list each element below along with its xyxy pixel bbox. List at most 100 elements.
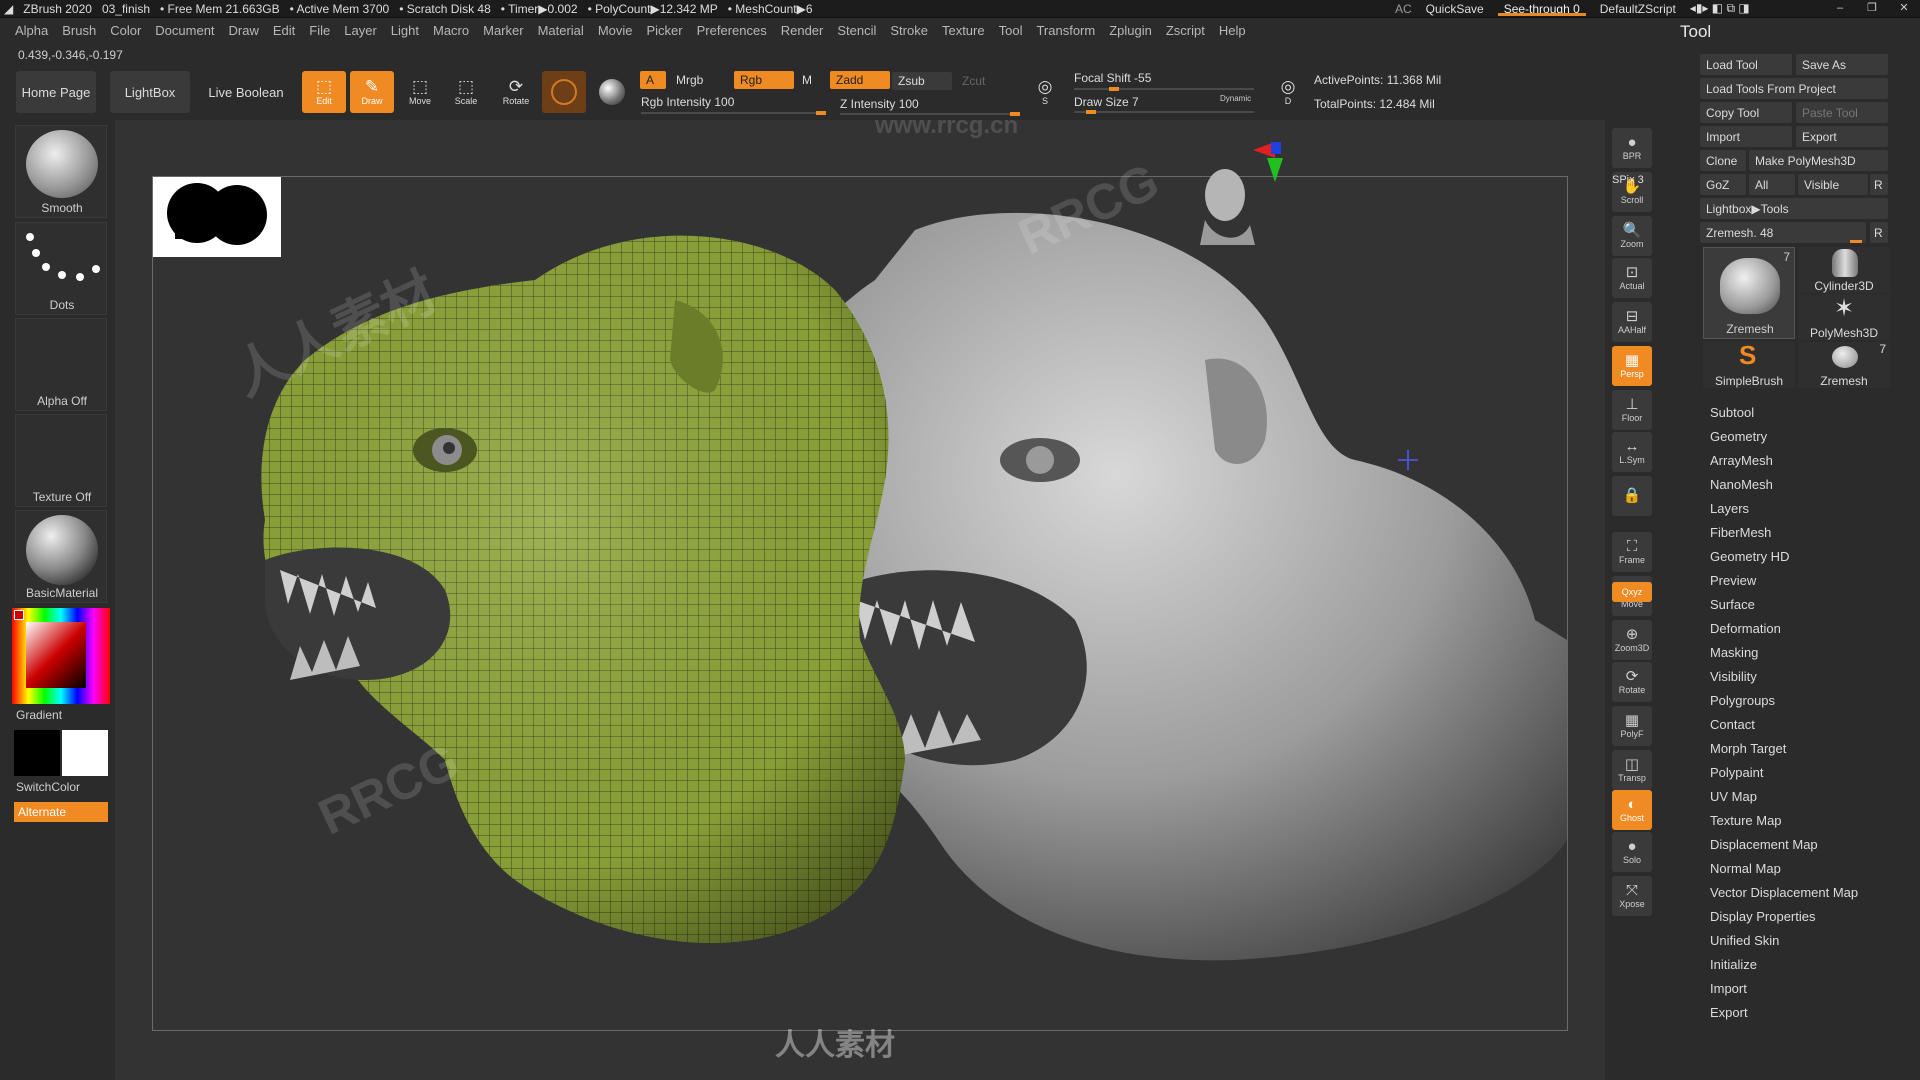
gradient-label[interactable]: Gradient (16, 708, 62, 722)
view-button-l-sym[interactable]: ↔ L.Sym (1612, 432, 1652, 472)
minimize-icon[interactable]: – (1824, 0, 1856, 17)
scale-button[interactable]: ⬚ Scale (444, 71, 488, 113)
menu-tool[interactable]: Tool (992, 23, 1030, 38)
navigation-cube-widget[interactable] (1200, 142, 1283, 245)
subpalette-masking[interactable]: Masking (1710, 645, 1758, 660)
view-button-zoom3d[interactable]: ⊕ Zoom3D (1612, 620, 1652, 660)
subpalette-export[interactable]: Export (1710, 1005, 1748, 1020)
xyz-symmetry-toggle[interactable]: Qxyz (1612, 582, 1652, 602)
view-button-floor[interactable]: ⊥ Floor (1612, 390, 1652, 430)
primary-color-swatch[interactable] (14, 730, 60, 776)
import-tool-button[interactable]: Import (1700, 126, 1792, 147)
z-intensity-knob[interactable] (1010, 112, 1020, 116)
zremesh-slider[interactable]: Zremesh. 48 (1700, 222, 1866, 243)
zremesh-slider-knob[interactable] (1850, 240, 1862, 243)
save-as-button[interactable]: Save As (1796, 54, 1888, 75)
subpalette-arraymesh[interactable]: ArrayMesh (1710, 453, 1773, 468)
goz-visible-button[interactable]: Visible (1798, 174, 1868, 195)
menu-file[interactable]: File (302, 23, 337, 38)
brush-preview-button[interactable] (542, 71, 586, 113)
subpalette-uv-map[interactable]: UV Map (1710, 789, 1757, 804)
load-tools-from-project-button[interactable]: Load Tools From Project (1700, 78, 1888, 99)
goz-button[interactable]: GoZ (1700, 174, 1746, 195)
layout-icon[interactable]: ◂▮▸ ◧ ⧉ ◨ (1690, 1, 1750, 16)
a-toggle[interactable]: A (640, 71, 666, 89)
see-through-slider[interactable]: See-through 0 (1497, 2, 1586, 16)
live-boolean-button[interactable]: Live Boolean (203, 71, 289, 113)
view-button-solo[interactable]: ● Solo (1612, 832, 1652, 872)
default-zscript-button[interactable]: DefaultZScript (1600, 2, 1676, 16)
stroke-d-button[interactable]: ◎ D (1268, 71, 1308, 113)
menu-brush[interactable]: Brush (55, 23, 103, 38)
lightbox-tools-button[interactable]: Lightbox▶Tools (1700, 198, 1888, 219)
menu-material[interactable]: Material (531, 23, 591, 38)
menu-picker[interactable]: Picker (640, 23, 690, 38)
goz-r-button[interactable]: R (1870, 174, 1888, 195)
copy-tool-button[interactable]: Copy Tool (1700, 102, 1792, 123)
subpalette-display-properties[interactable]: Display Properties (1710, 909, 1816, 924)
close-icon[interactable]: ✕ (1888, 0, 1920, 17)
zcut-toggle[interactable]: Zcut (956, 72, 996, 90)
menu-stroke[interactable]: Stroke (883, 23, 935, 38)
menu-edit[interactable]: Edit (266, 23, 302, 38)
zadd-toggle[interactable]: Zadd (830, 71, 890, 89)
tool-thumb-polymesh3d[interactable]: ✶ PolyMesh3D (1798, 294, 1890, 340)
subpalette-unified-skin[interactable]: Unified Skin (1710, 933, 1779, 948)
view-button-actual[interactable]: ⊡ Actual (1612, 258, 1652, 298)
menu-draw[interactable]: Draw (222, 23, 266, 38)
clone-button[interactable]: Clone (1700, 150, 1746, 171)
rgb-intensity-slider[interactable] (641, 111, 826, 115)
menu-light[interactable]: Light (384, 23, 426, 38)
subpalette-layers[interactable]: Layers (1710, 501, 1749, 516)
view-button-lock[interactable]: 🔒 (1612, 476, 1652, 516)
tool-thumb-cylinder3d[interactable]: Cylinder3D (1798, 247, 1890, 293)
quicksave-button[interactable]: QuickSave (1426, 2, 1484, 16)
tool-thumb-zremesh-2[interactable]: 7 Zremesh (1798, 342, 1890, 388)
move-button[interactable]: ⬚ Move (398, 71, 442, 113)
material-slot[interactable]: BasicMaterial (15, 510, 107, 603)
zsub-toggle[interactable]: Zsub (892, 72, 952, 90)
subpalette-polygroups[interactable]: Polygroups (1710, 693, 1775, 708)
export-tool-button[interactable]: Export (1796, 126, 1888, 147)
view-button-polyf[interactable]: ▦ PolyF (1612, 706, 1652, 746)
tool-palette-title[interactable]: Tool (1680, 22, 1711, 42)
rotate-button[interactable]: ⟳ Rotate (494, 71, 538, 113)
material-preview-button[interactable] (590, 71, 634, 113)
subpalette-surface[interactable]: Surface (1710, 597, 1755, 612)
subpalette-deformation[interactable]: Deformation (1710, 621, 1781, 636)
subpalette-geometry-hd[interactable]: Geometry HD (1710, 549, 1789, 564)
view-button-rotate[interactable]: ⟳ Rotate (1612, 662, 1652, 702)
subpalette-texture-map[interactable]: Texture Map (1710, 813, 1782, 828)
view-button-xpose[interactable]: ⤧ Xpose (1612, 876, 1652, 916)
draw-button[interactable]: ✎ Draw (350, 71, 394, 113)
draw-size-knob[interactable] (1086, 110, 1096, 114)
subpalette-geometry[interactable]: Geometry (1710, 429, 1767, 444)
edit-button[interactable]: ⬚ Edit (302, 71, 346, 113)
goz-all-button[interactable]: All (1749, 174, 1795, 195)
dynamic-label[interactable]: Dynamic (1220, 94, 1251, 103)
subpalette-subtool[interactable]: Subtool (1710, 405, 1754, 420)
menu-macro[interactable]: Macro (426, 23, 476, 38)
ac-label[interactable]: AC (1395, 2, 1412, 16)
subpalette-nanomesh[interactable]: NanoMesh (1710, 477, 1773, 492)
m-toggle[interactable]: M (796, 71, 818, 89)
rgb-intensity-knob[interactable] (816, 111, 826, 115)
z-intensity-slider[interactable] (840, 112, 1020, 116)
menu-preferences[interactable]: Preferences (690, 23, 774, 38)
subpalette-initialize[interactable]: Initialize (1710, 957, 1757, 972)
menu-alpha[interactable]: Alpha (8, 23, 55, 38)
switchcolor-button[interactable]: SwitchColor (16, 780, 80, 794)
document-canvas[interactable]: www.rrcg.cn RRCG RRCG 人人素材 人人素材 (115, 120, 1605, 1080)
view-button-bpr[interactable]: ● BPR (1612, 128, 1652, 168)
menu-render[interactable]: Render (774, 23, 831, 38)
view-button-aahalf[interactable]: ⊟ AAHalf (1612, 302, 1652, 342)
menu-layer[interactable]: Layer (337, 23, 384, 38)
maximize-icon[interactable]: ❐ (1856, 0, 1888, 17)
menu-zscript[interactable]: Zscript (1159, 23, 1212, 38)
texture-slot[interactable]: Texture Off (15, 414, 107, 507)
subpalette-vector-displacement-map[interactable]: Vector Displacement Map (1710, 885, 1858, 900)
paste-tool-button[interactable]: Paste Tool (1796, 102, 1888, 123)
view-button-transp[interactable]: ◫ Transp (1612, 750, 1652, 790)
secondary-color-swatch[interactable] (62, 730, 108, 776)
rgb-toggle[interactable]: Rgb (734, 71, 794, 89)
